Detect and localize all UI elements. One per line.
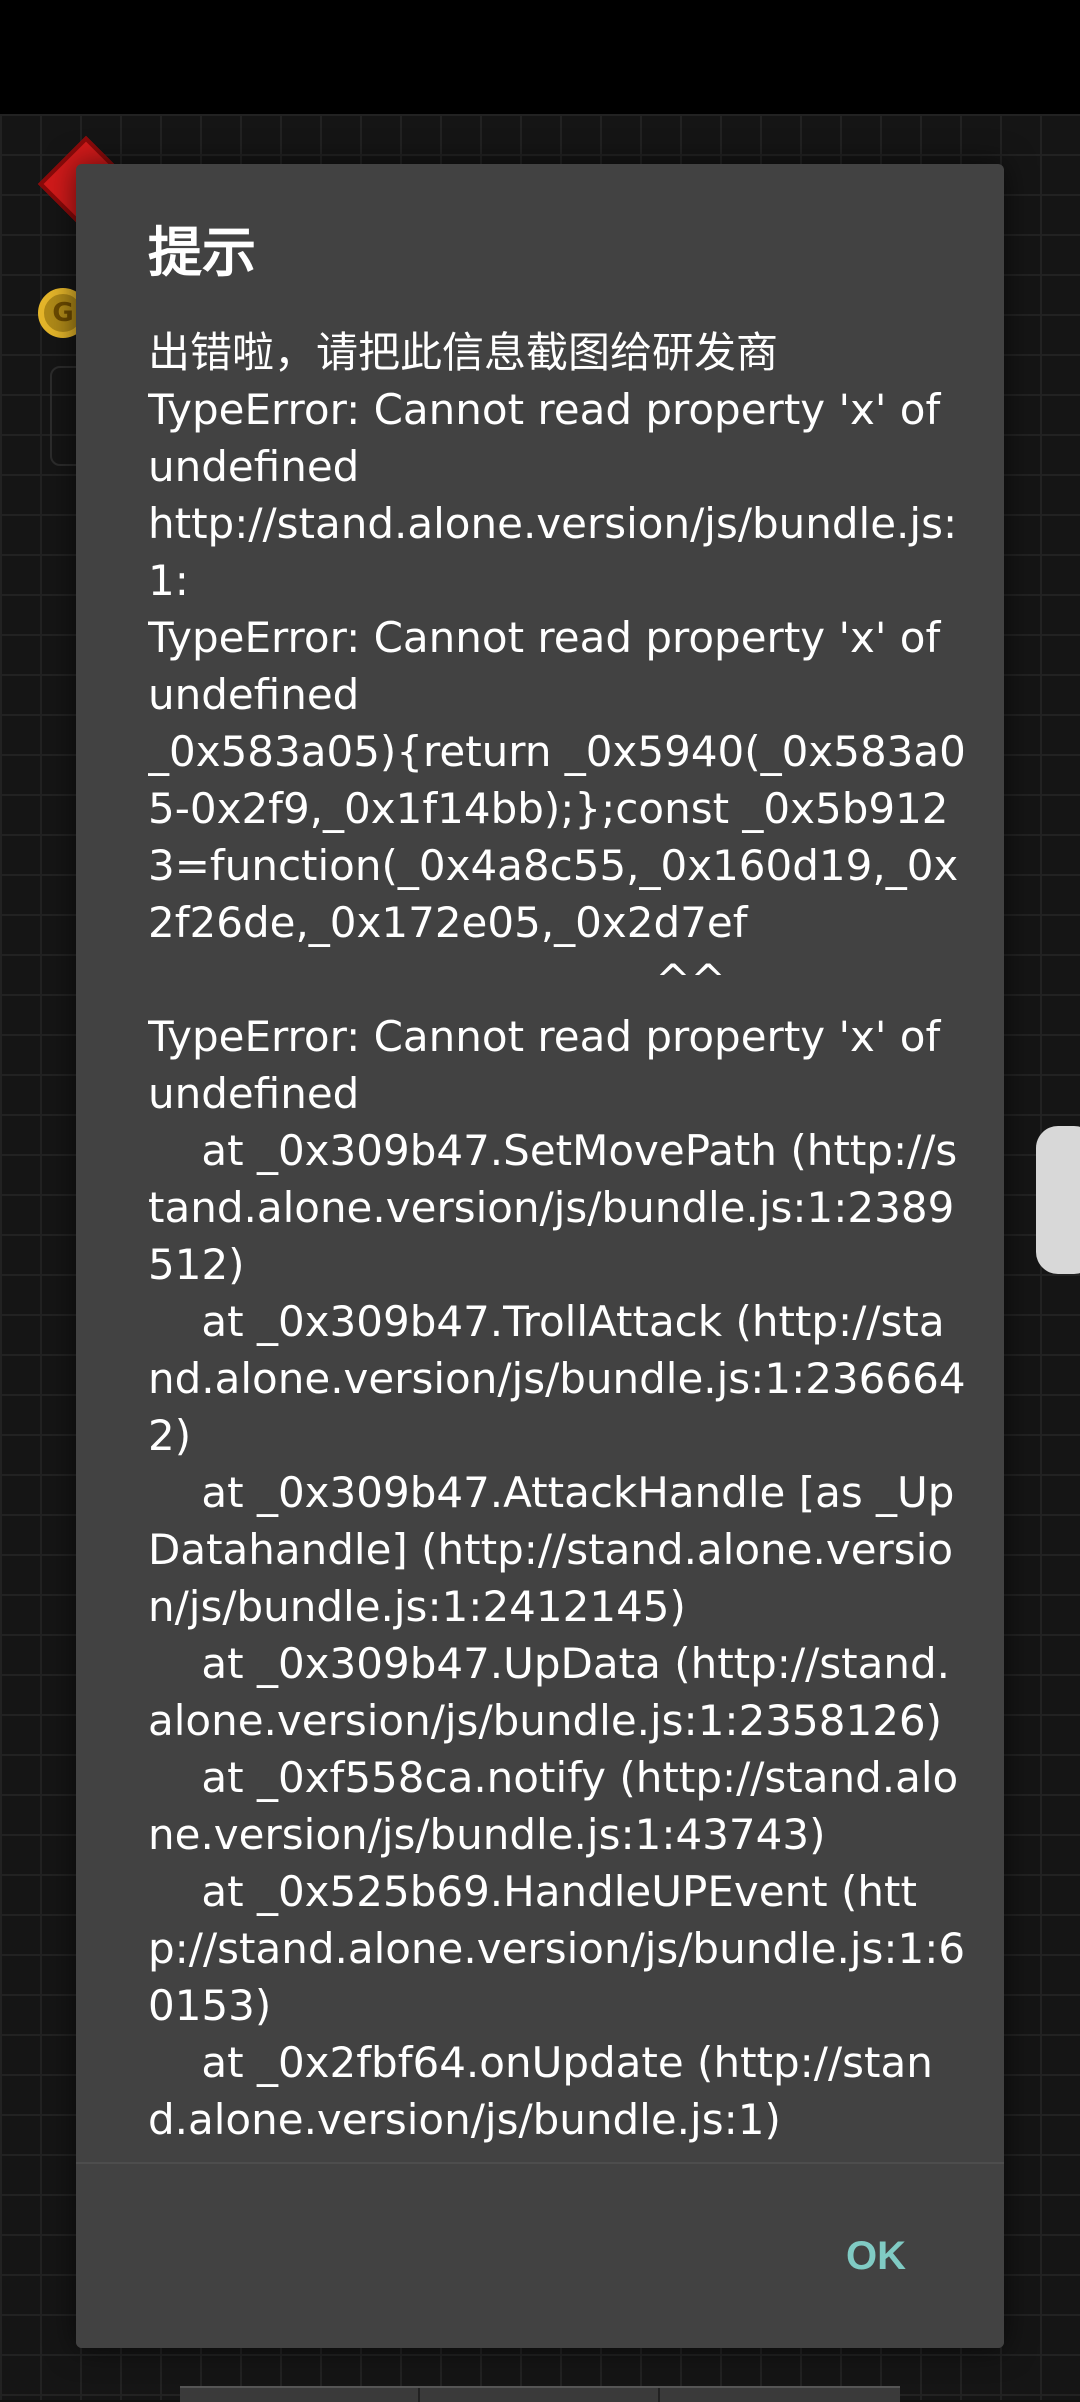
dialog-title: 提示 [148, 221, 256, 284]
dialog-button-bar: OK [76, 2162, 1004, 2348]
side-drawer-handle[interactable] [1036, 1126, 1080, 1274]
status-bar [0, 0, 1080, 114]
dialog-scroll-body[interactable]: 出错啦，请把此信息截图给研发商 TypeError: Cannot read p… [148, 324, 968, 2316]
ok-button[interactable]: OK [806, 2216, 946, 2296]
error-message: 出错啦，请把此信息截图给研发商 TypeError: Cannot read p… [148, 328, 966, 2144]
error-dialog: 提示 出错啦，请把此信息截图给研发商 TypeError: Cannot rea… [76, 164, 1004, 2348]
